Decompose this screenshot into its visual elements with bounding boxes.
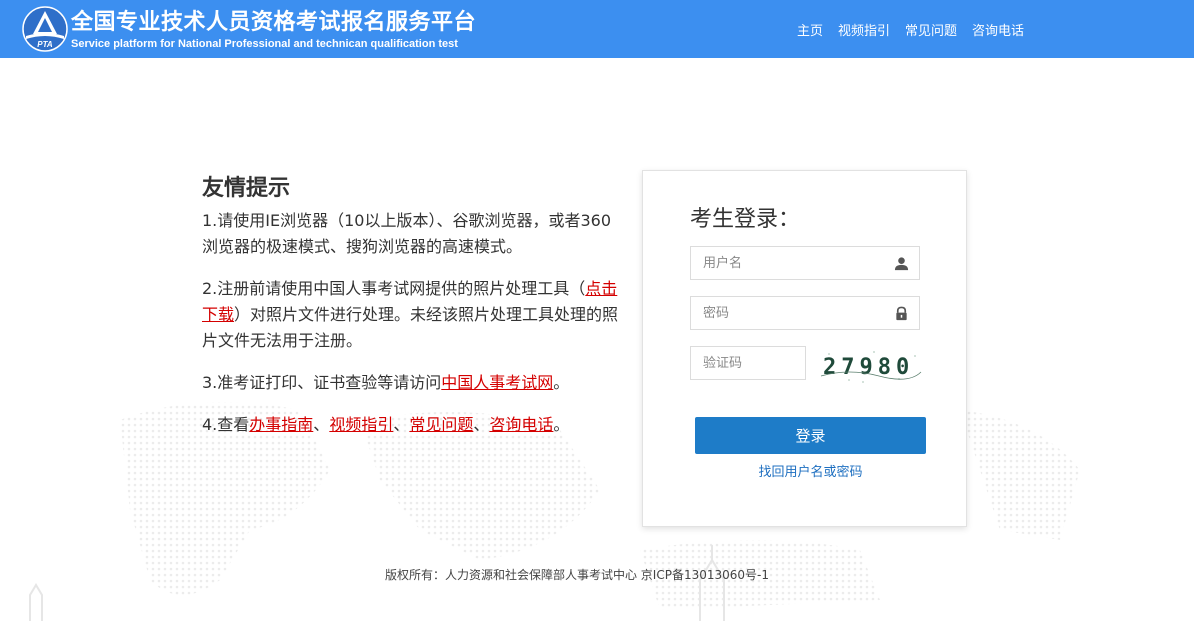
footer-copyright: 版权所有：人力资源和社会保障部人事考试中心 京ICP备13013060号-1 [384,568,769,582]
guide-link[interactable]: 办事指南 [249,415,313,434]
tip-1: 1.请使用IE浏览器（10以上版本）、谷歌浏览器，或者360浏览器的极速模式、搜… [202,211,611,256]
tip-3-text-b: 。 [553,373,570,392]
forgot-credentials-link[interactable]: 找回用户名或密码 [695,461,926,480]
login-button[interactable]: 登录 [695,417,926,454]
tip-3: 3.准考证打印、证书查验等请访问中国人事考试网。 [202,370,622,396]
video-guide-link[interactable]: 视频指引 [329,415,393,434]
password-input[interactable] [691,297,919,329]
separator: 、 [393,415,410,434]
login-title: 考生登录： [690,207,801,232]
tip-2-text-b: ）对照片文件进行处理。未经该照片处理工具处理的照片文件无法用于注册。 [202,305,619,350]
friendly-tips: 友情提示 1.请使用IE浏览器（10以上版本）、谷歌浏览器，或者360浏览器的极… [202,170,622,454]
pta-logo-icon: PTA [22,6,68,52]
nav-contact-phone[interactable]: 咨询电话 [972,20,1024,39]
svg-text:27980: 27980 [823,355,914,380]
tip-4-end: 。 [553,415,570,434]
login-panel: 考生登录： 27980 [642,170,967,527]
tip-4-text-a: 4.查看 [202,415,250,434]
svg-text:PTA: PTA [37,40,53,49]
captcha-field [690,346,806,380]
lock-icon [896,306,907,321]
password-field [690,296,920,330]
username-field [690,246,920,280]
contact-phone-link[interactable]: 咨询电话 [489,415,553,434]
username-input[interactable] [691,247,919,279]
tip-2: 2.注册前请使用中国人事考试网提供的照片处理工具（点击下载）对照片文件进行处理。… [202,276,622,354]
site-subtitle: Service platform for National Profession… [71,38,458,50]
tip-2-text-a: 2.注册前请使用中国人事考试网提供的照片处理工具（ [202,279,586,298]
cpta-website-link[interactable]: 中国人事考试网 [441,373,553,392]
faq-link[interactable]: 常见问题 [409,415,473,434]
nav-faq[interactable]: 常见问题 [905,20,957,39]
top-nav: 主页 视频指引 常见问题 咨询电话 [797,20,1024,39]
header-bar: PTA 全国专业技术人员资格考试报名服务平台 Service platform … [0,0,1194,58]
nav-home[interactable]: 主页 [797,20,823,39]
captcha-input[interactable] [691,347,805,379]
site-title: 全国专业技术人员资格考试报名服务平台 [71,10,477,35]
captcha-image[interactable]: 27980 [819,346,923,386]
tips-heading: 友情提示 [202,176,291,201]
separator: 、 [313,415,330,434]
nav-video-guide[interactable]: 视频指引 [838,20,890,39]
separator: 、 [473,415,490,434]
user-icon [894,257,909,271]
tip-4: 4.查看办事指南、视频指引、常见问题、咨询电话。 [202,412,622,438]
tip-3-text-a: 3.准考证打印、证书查验等请访问 [202,373,442,392]
page: PTA 全国专业技术人员资格考试报名服务平台 Service platform … [0,0,1194,621]
